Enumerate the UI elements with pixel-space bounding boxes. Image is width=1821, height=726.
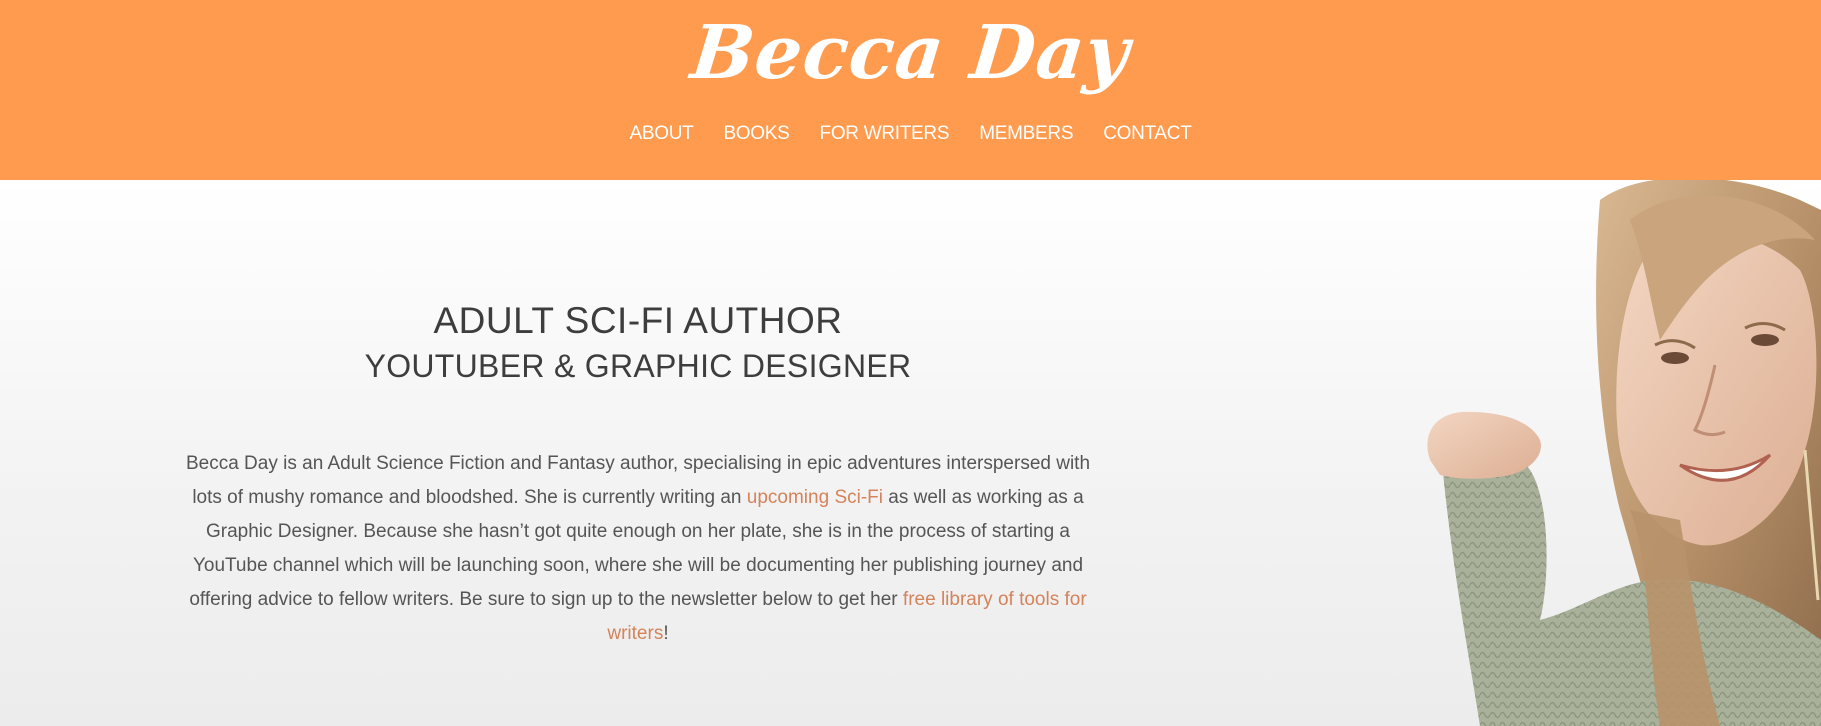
page: Becca Day ABOUT BOOKS FOR WRITERS MEMBER… [0, 0, 1821, 726]
hero-headline: ADULT SCI-FI AUTHOR [433, 300, 843, 341]
main-nav: ABOUT BOOKS FOR WRITERS MEMBERS CONTACT [0, 122, 1821, 146]
author-bio: Becca Day is an Adult Science Fiction an… [170, 447, 1106, 651]
nav-item-members[interactable]: MEMBERS [979, 122, 1073, 146]
hero-section: ADULT SCI-FI AUTHOR YOUTUBER & GRAPHIC D… [0, 180, 1821, 726]
nav-item-contact[interactable]: CONTACT [1103, 122, 1192, 146]
hero-subheadline: YOUTUBER & GRAPHIC DESIGNER [364, 348, 912, 384]
upcoming-sci-fi-link[interactable]: upcoming Sci-Fi [747, 487, 883, 508]
nav-item-for-writers[interactable]: FOR WRITERS [820, 122, 950, 146]
bio-text-3: ! [663, 623, 669, 644]
site-header: Becca Day ABOUT BOOKS FOR WRITERS MEMBER… [0, 0, 1821, 180]
author-portrait-photo [1427, 180, 1821, 726]
nav-item-about[interactable]: ABOUT [629, 122, 693, 146]
site-logo[interactable]: Becca Day [0, 8, 1821, 98]
nav-item-books[interactable]: BOOKS [723, 122, 789, 146]
